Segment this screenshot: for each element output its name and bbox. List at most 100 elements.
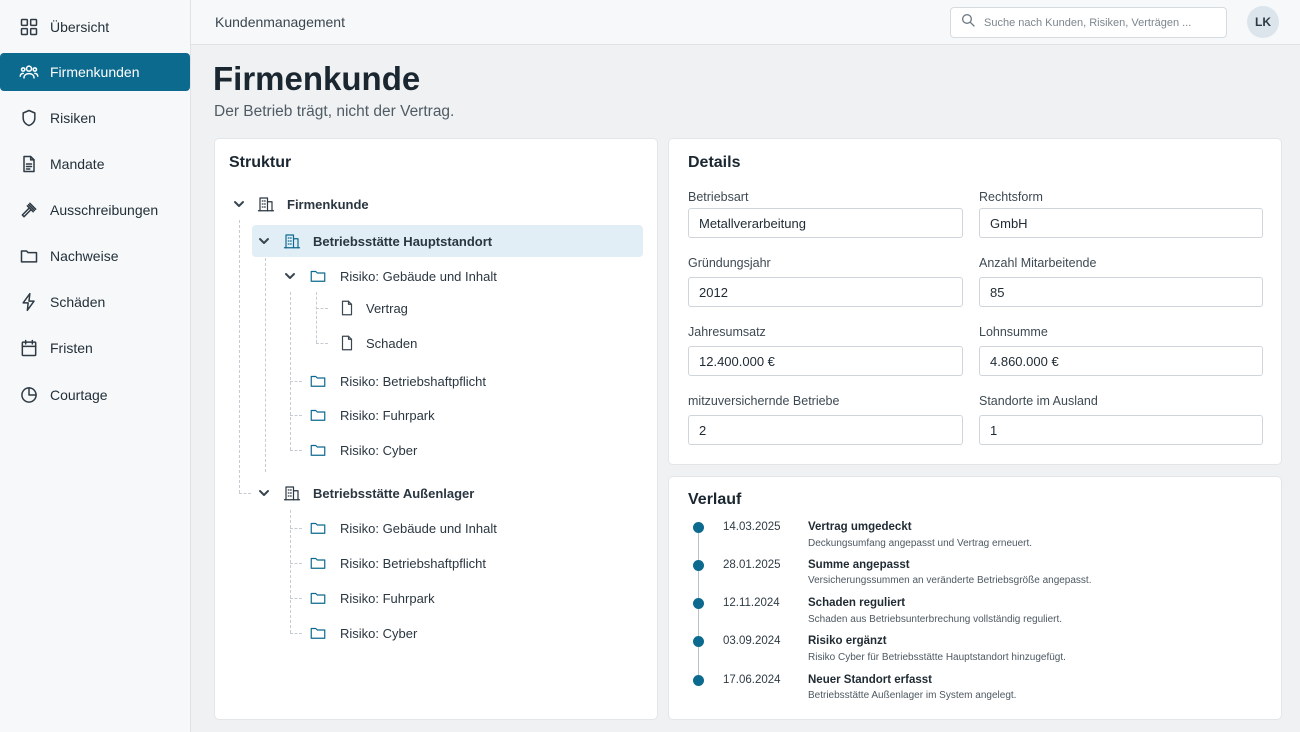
sidebar-item-fristen[interactable]: Fristen (0, 329, 190, 367)
betriebe-field[interactable] (688, 415, 963, 445)
tree-node-site-hauptstandort[interactable]: Betriebsstätte Hauptstandort (252, 225, 643, 257)
timeline-title: Schaden reguliert (808, 597, 906, 609)
tree-node-label: Risiko: Gebäude und Inhalt (340, 268, 497, 284)
gruendungsjahr-field[interactable] (688, 277, 963, 307)
search-box[interactable] (950, 7, 1227, 38)
tree-guide (265, 258, 266, 472)
sidebar-item-label: Schäden (50, 294, 106, 310)
building-icon (257, 195, 275, 213)
lightning-icon (19, 292, 39, 312)
timeline-dot (693, 522, 704, 533)
tree-node-label: Firmenkunde (287, 196, 369, 212)
sidebar-item-label: Ausschreibungen (50, 202, 159, 218)
details-title: Details (688, 154, 741, 171)
timeline-title: Vertrag umgedeckt (808, 521, 912, 533)
folder-icon (309, 372, 327, 390)
folder-icon (309, 554, 327, 572)
timeline-date: 12.11.2024 (723, 597, 780, 609)
tree-node-risk[interactable]: Risiko: Betriebshaftpflicht (279, 547, 639, 579)
gruendungsjahr-label: Gründungsjahr (688, 256, 771, 270)
page-title: Firmenkunde (213, 60, 421, 97)
tree-node-risk[interactable]: Risiko: Fuhrpark (279, 582, 639, 614)
tree-guide (239, 493, 251, 494)
timeline-desc: Risiko Cyber für Betriebsstätte Hauptsta… (808, 652, 1066, 663)
ausland-field[interactable] (979, 415, 1263, 445)
chevron-down-icon[interactable] (258, 235, 270, 247)
sidebar-item-mandate[interactable]: Mandate (0, 145, 190, 183)
folder-icon (309, 406, 327, 424)
tree-node-label: Betriebsstätte Hauptstandort (313, 233, 493, 249)
tree-node-site-aussenlager[interactable]: Betriebsstätte Außenlager (252, 477, 643, 509)
tree-node-label: Risiko: Fuhrpark (340, 590, 435, 606)
document-icon (19, 154, 39, 174)
sidebar-item-label: Mandate (50, 156, 105, 172)
gavel-icon (19, 200, 39, 220)
sidebar-item-uebersicht[interactable]: Übersicht (0, 8, 190, 46)
sidebar-item-risiken[interactable]: Risiken (0, 99, 190, 137)
lohnsumme-label: Lohnsumme (979, 325, 1048, 339)
tree-node-label: Risiko: Fuhrpark (340, 407, 435, 423)
rechtsform-label: Rechtsform (979, 190, 1043, 204)
sidebar-item-label: Übersicht (50, 19, 110, 35)
sidebar-item-nachweise[interactable]: Nachweise (0, 237, 190, 275)
folder-icon (19, 246, 39, 266)
file-icon (338, 334, 356, 352)
betriebsart-field[interactable] (688, 208, 963, 238)
tree-guide (316, 308, 328, 309)
sidebar-item-firmenkunden[interactable]: Firmenkunden (0, 53, 190, 91)
tree-node-label: Risiko: Cyber (340, 442, 418, 458)
tree-guide (239, 220, 240, 493)
timeline-dot (693, 675, 704, 686)
pie-chart-icon (19, 385, 39, 405)
timeline-date: 14.03.2025 (723, 521, 781, 533)
timeline-title: Risiko ergänzt (808, 635, 887, 647)
tree-node-label: Schaden (366, 335, 418, 351)
chevron-down-icon[interactable] (233, 198, 245, 210)
grid-icon (19, 17, 39, 37)
sidebar-item-label: Courtage (50, 387, 108, 403)
chevron-down-icon[interactable] (258, 487, 270, 499)
search-input[interactable] (984, 16, 1224, 29)
building-icon (283, 232, 301, 250)
sidebar-item-label: Nachweise (50, 248, 119, 264)
rechtsform-field[interactable] (979, 208, 1263, 238)
sidebar-item-schaeden[interactable]: Schäden (0, 283, 190, 321)
calendar-icon (19, 338, 39, 358)
lohnsumme-field[interactable] (979, 346, 1263, 376)
tree-node-label: Risiko: Cyber (340, 625, 418, 641)
sidebar-item-label: Fristen (50, 340, 93, 356)
mitarbeitende-field[interactable] (979, 277, 1263, 307)
timeline-dot (693, 560, 704, 571)
timeline-desc: Versicherungssummen an veränderte Betrie… (808, 575, 1092, 586)
tree-node-document[interactable]: Vertrag (330, 292, 630, 324)
folder-icon (309, 267, 327, 285)
timeline-title: Summe angepasst (808, 559, 910, 571)
tree-node-risk[interactable]: Risiko: Gebäude und Inhalt (279, 260, 639, 292)
timeline-dot (693, 598, 704, 609)
timeline-date: 03.09.2024 (723, 635, 781, 647)
tree-node-root[interactable]: Firmenkunde (229, 188, 643, 220)
timeline-desc: Schaden aus Betriebsunterbrechung vollst… (808, 614, 1063, 625)
jahresumsatz-field[interactable] (688, 346, 963, 376)
tree-node-risk[interactable]: Risiko: Gebäude und Inhalt (279, 512, 639, 544)
tree-node-risk[interactable]: Risiko: Cyber (279, 617, 639, 649)
folder-icon (309, 441, 327, 459)
tree-node-risk[interactable]: Risiko: Cyber (279, 434, 639, 466)
sidebar-item-courtage[interactable]: Courtage (0, 376, 190, 414)
search-icon (960, 12, 976, 33)
chevron-down-icon[interactable] (284, 270, 296, 282)
ausland-label: Standorte im Ausland (979, 394, 1098, 408)
tree-node-risk[interactable]: Risiko: Fuhrpark (279, 399, 639, 431)
tree-node-risk[interactable]: Risiko: Betriebshaftpflicht (279, 365, 639, 397)
sidebar-item-ausschreibungen[interactable]: Ausschreibungen (0, 191, 190, 229)
avatar[interactable]: LK (1247, 6, 1279, 38)
timeline-desc: Betriebsstätte Außenlager im System ange… (808, 690, 1017, 701)
timeline-title: Neuer Standort erfasst (808, 674, 932, 686)
betriebe-label: mitzuversichernde Betriebe (688, 394, 840, 408)
topbar: Kundenmanagement LK (191, 0, 1300, 45)
timeline-desc: Deckungsumfang angepasst und Vertrag ern… (808, 538, 1033, 549)
shield-icon (19, 108, 39, 128)
tree-node-document[interactable]: Schaden (330, 327, 630, 359)
tree-node-label: Betriebsstätte Außenlager (313, 485, 475, 501)
tree-guide (316, 343, 328, 344)
